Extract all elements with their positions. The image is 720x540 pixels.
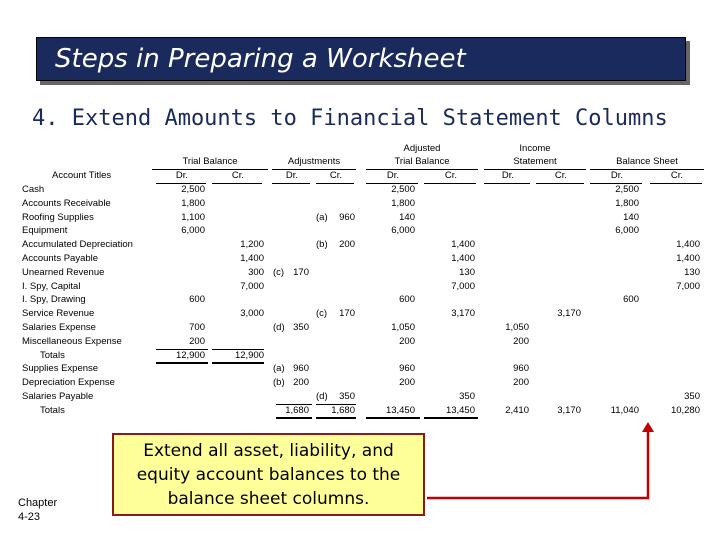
chapter-label: Chapter 4-23 <box>18 496 57 524</box>
callout-arrow <box>427 422 654 500</box>
chapter-text: Chapter <box>18 497 58 509</box>
page-number: 4-23 <box>18 511 41 523</box>
